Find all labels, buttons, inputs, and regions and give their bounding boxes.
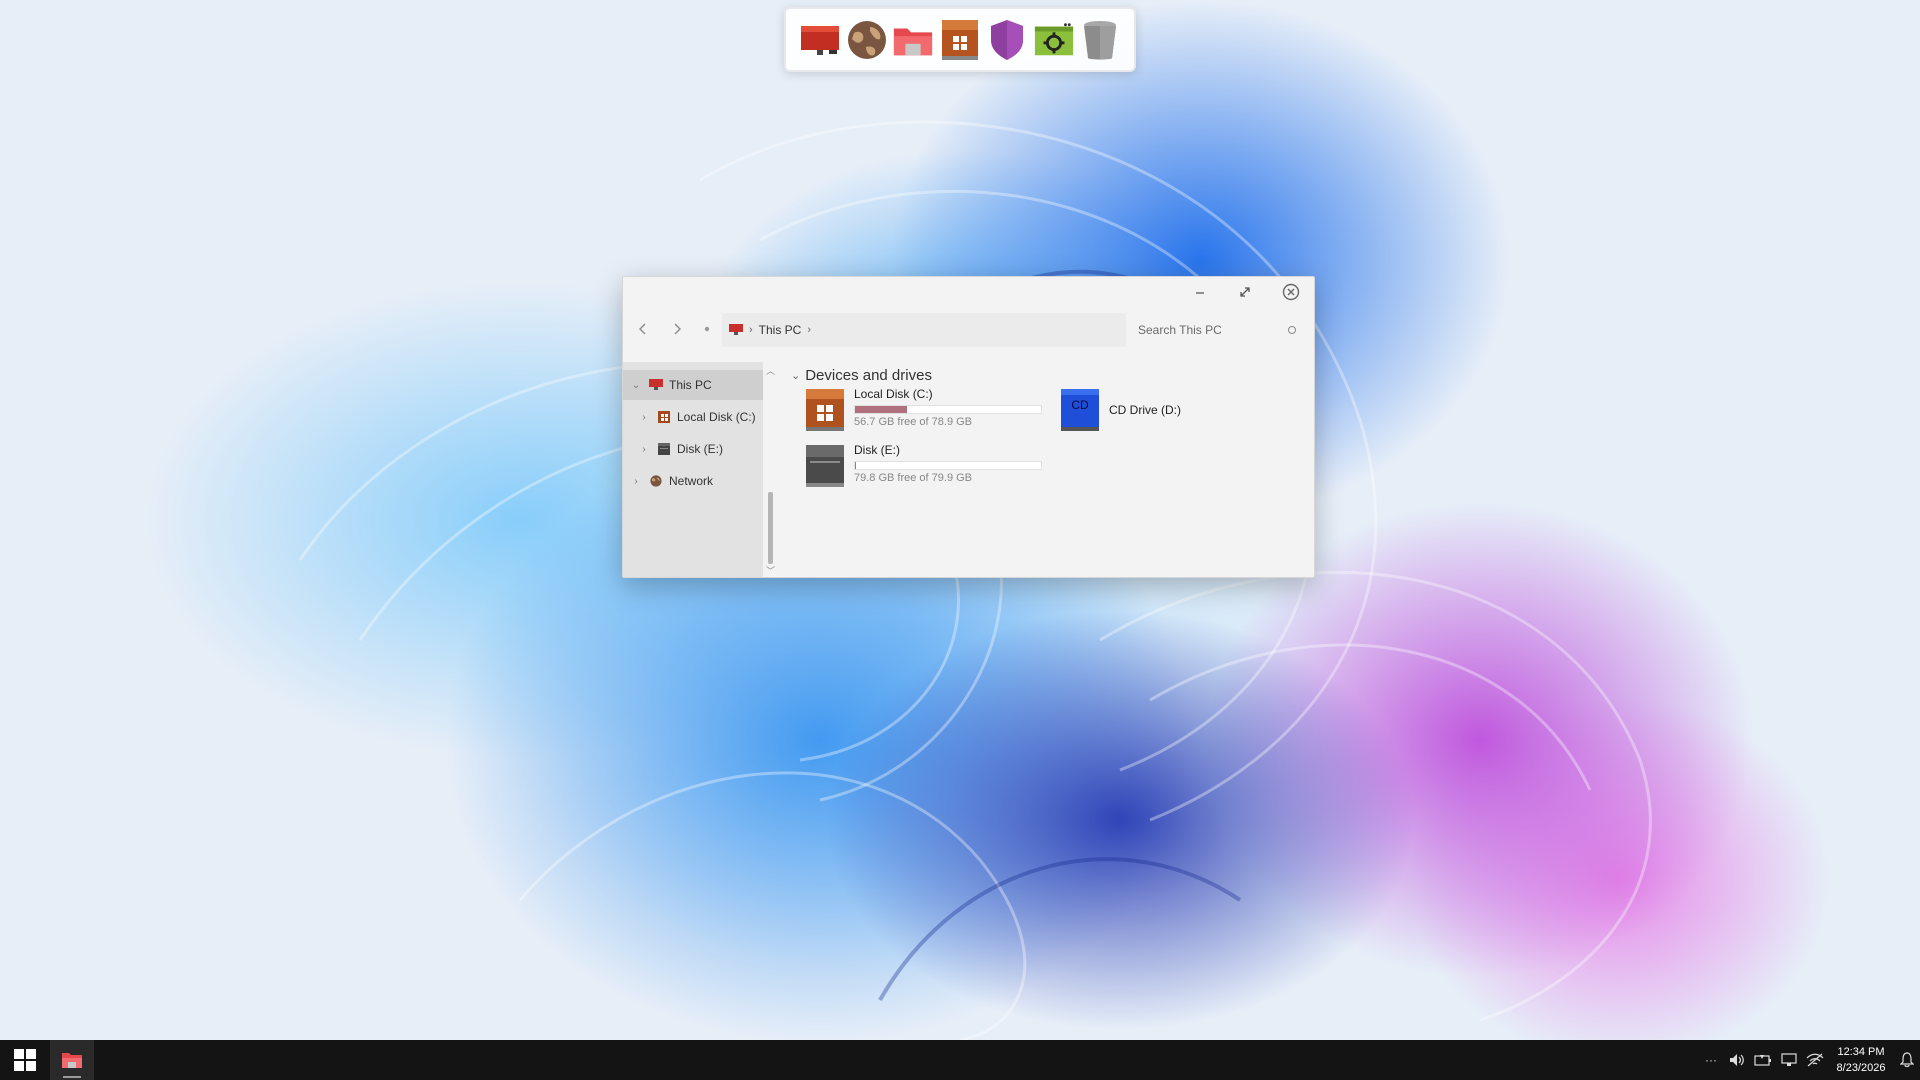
system-tray: ··· 12:34 PM 8/23/2026: [1698, 1040, 1920, 1080]
computer-icon: [729, 324, 743, 335]
clock-time: 12:34 PM: [1837, 1046, 1885, 1058]
sidebar-item-label: Disk (E:): [677, 442, 723, 456]
windows-drive-icon: [942, 19, 978, 60]
drive-details: Local Disk (C:) 56.7 GB free of 78.9 GB: [854, 387, 1042, 433]
close-icon: [1282, 283, 1300, 301]
monitor-icon: [800, 25, 839, 55]
battery-icon[interactable]: [1750, 1040, 1776, 1080]
close-button[interactable]: [1278, 281, 1304, 303]
trash-icon: [1084, 20, 1117, 59]
chevron-right-icon[interactable]: ›: [637, 444, 651, 455]
globe-icon: [847, 20, 886, 59]
dock-item-network[interactable]: [846, 17, 888, 63]
breadcrumb-separator: ›: [749, 324, 753, 336]
drive-free-space: 56.7 GB free of 78.9 GB: [854, 416, 973, 428]
taskbar: ··· 12:34 PM 8/23/2026: [0, 1040, 1920, 1080]
windows-drive-icon: [806, 389, 844, 431]
title-bar[interactable]: [623, 277, 1314, 307]
scroll-down-arrow-icon[interactable]: ﹀: [766, 564, 775, 577]
sidebar-item-this-pc[interactable]: ⌄ This PC: [623, 370, 763, 400]
dock: [784, 7, 1136, 72]
dock-item-windows-drive[interactable]: [939, 17, 981, 63]
minimize-button[interactable]: [1187, 281, 1213, 303]
taskbar-app-file-explorer[interactable]: [50, 1040, 94, 1080]
running-indicator: [63, 1076, 81, 1078]
dock-item-file-explorer[interactable]: [892, 17, 934, 63]
breadcrumb-this-pc[interactable]: This PC: [759, 323, 802, 337]
back-button[interactable]: [631, 317, 655, 341]
drive-tile-cd-drive-d[interactable]: CD CD Drive (D:): [1059, 387, 1181, 433]
drive-tile-local-disk-c[interactable]: Local Disk (C:) 56.7 GB free of 78.9 GB: [804, 387, 1042, 433]
cd-label: CD: [1071, 398, 1089, 412]
scrollbar-thumb[interactable]: [768, 492, 773, 564]
globe-icon: [650, 475, 662, 487]
minimize-icon: [1196, 292, 1204, 294]
file-explorer-window: › This PC › ⌄ This PC › Local Disk (C:) …: [622, 276, 1315, 578]
address-bar[interactable]: › This PC ›: [722, 313, 1126, 347]
volume-icon[interactable]: [1724, 1040, 1750, 1080]
forward-arrow-icon: [674, 323, 681, 335]
display-icon[interactable]: [1776, 1040, 1802, 1080]
drive-icon: [658, 443, 670, 455]
group-header-devices-and-drives[interactable]: ⌄ Devices and drives: [791, 367, 932, 384]
drive-details: Disk (E:) 79.8 GB free of 79.9 GB: [854, 443, 1042, 489]
notification-bell-icon[interactable]: [1894, 1040, 1920, 1080]
computer-icon: [649, 379, 663, 390]
shield-icon: [990, 19, 1023, 60]
content-pane: ⌄ Devices and drives Local Disk (C:) 56.…: [783, 367, 1313, 577]
dock-item-settings[interactable]: [1033, 17, 1075, 63]
search-input[interactable]: [1138, 323, 1288, 337]
usage-bar: [854, 461, 1042, 470]
chevron-down-icon: ⌄: [791, 370, 801, 382]
group-title: Devices and drives: [805, 367, 932, 384]
windows-logo-icon: [14, 1049, 36, 1071]
sidebar-item-label: This PC: [669, 378, 712, 392]
drive-name: Local Disk (C:): [854, 387, 933, 401]
maximize-icon: [1240, 287, 1250, 297]
cd-drive-icon: CD: [1061, 389, 1099, 431]
dock-item-security[interactable]: [986, 17, 1028, 63]
navigation-pane: ⌄ This PC › Local Disk (C:) › Disk (E:) …: [623, 362, 763, 577]
dock-item-desktop[interactable]: [799, 17, 841, 63]
windows-drive-icon: [658, 411, 670, 423]
sidebar-item-network[interactable]: › Network: [623, 466, 763, 496]
tray-overflow-button[interactable]: ···: [1698, 1040, 1724, 1080]
clock-date: 8/23/2026: [1836, 1062, 1886, 1074]
back-arrow-icon: [639, 323, 646, 335]
drive-free-space: 79.8 GB free of 79.9 GB: [854, 472, 973, 484]
search-icon[interactable]: [1288, 326, 1296, 334]
dot-icon: [704, 326, 710, 332]
usage-bar-fill: [855, 406, 908, 413]
drive-name: CD Drive (D:): [1109, 403, 1181, 417]
drive-tile-disk-e[interactable]: Disk (E:) 79.8 GB free of 79.9 GB: [804, 443, 1042, 489]
chevron-right-icon[interactable]: ›: [629, 476, 643, 487]
folder-icon: [894, 28, 933, 55]
navigation-pane-scrollbar[interactable]: ︿ ﹀: [763, 362, 779, 577]
search-box[interactable]: [1128, 313, 1310, 347]
chevron-right-icon[interactable]: ›: [637, 412, 651, 423]
scroll-up-arrow-icon[interactable]: ︿: [766, 364, 775, 377]
maximize-button[interactable]: [1232, 281, 1258, 303]
folder-icon: [62, 1053, 82, 1068]
sidebar-item-label: Network: [669, 474, 714, 488]
forward-button[interactable]: [665, 317, 689, 341]
sidebar-item-disk-e[interactable]: › Disk (E:): [623, 434, 763, 464]
drive-name: Disk (E:): [854, 443, 900, 457]
dock-item-recycle-bin[interactable]: [1079, 17, 1121, 63]
navigation-bar: › This PC ›: [623, 313, 1314, 347]
start-button[interactable]: [4, 1040, 46, 1080]
chevron-down-icon[interactable]: ⌄: [629, 380, 643, 391]
clock[interactable]: 12:34 PM 8/23/2026: [1828, 1044, 1894, 1076]
breadcrumb-separator: ›: [807, 324, 812, 336]
network-disconnected-icon[interactable]: [1802, 1040, 1828, 1080]
sidebar-item-label: Local Disk (C:): [677, 410, 756, 424]
sidebar-item-local-disk-c[interactable]: › Local Disk (C:): [623, 402, 763, 432]
recent-locations-button[interactable]: [695, 317, 719, 341]
usage-bar: [854, 405, 1042, 414]
drive-icon: [806, 445, 844, 487]
gear-icon: [1034, 22, 1073, 55]
